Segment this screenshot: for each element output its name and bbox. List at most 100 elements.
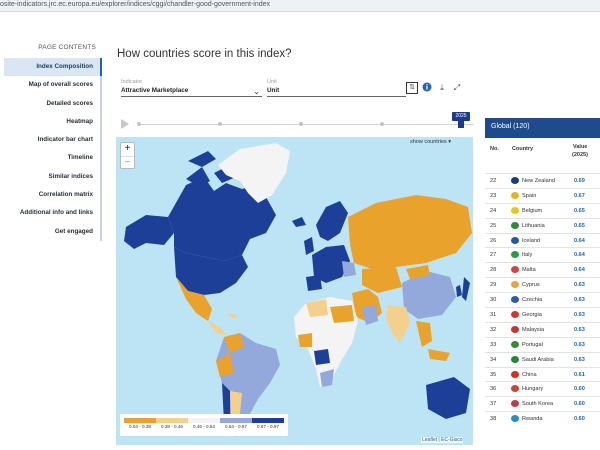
browser-url-bar[interactable]: osite-indicators.jrc.ec.europa.eu/explor… bbox=[0, 0, 600, 12]
map-region-saudi-arabia[interactable] bbox=[362, 305, 378, 325]
timeline-tick[interactable] bbox=[380, 122, 384, 126]
row-value: 0.60 bbox=[574, 416, 585, 423]
map-region-iceland[interactable] bbox=[292, 217, 306, 227]
flag-icon bbox=[511, 177, 519, 184]
legend-swatch bbox=[252, 418, 284, 423]
map-region-india[interactable] bbox=[386, 305, 410, 343]
map-region-caribbean[interactable] bbox=[226, 313, 238, 319]
table-row[interactable]: 22 New Zealand 0.69 bbox=[485, 173, 600, 188]
row-value: 0.63 bbox=[574, 356, 585, 363]
map-region-scandinavia[interactable] bbox=[316, 201, 348, 241]
flag-icon bbox=[511, 400, 519, 408]
sidebar-item-get-engaged[interactable]: Get engaged bbox=[4, 222, 102, 241]
map-canvas[interactable] bbox=[116, 137, 473, 445]
show-countries-toggle[interactable]: show countries ▾ bbox=[410, 139, 451, 145]
info-icon[interactable] bbox=[421, 82, 433, 94]
timeline-slider[interactable] bbox=[121, 119, 476, 131]
table-row[interactable]: 27 Italy 0.64 bbox=[485, 247, 600, 262]
map-region-north-africa[interactable] bbox=[306, 299, 328, 317]
sidebar-item-timeline[interactable]: Timeline bbox=[4, 149, 102, 168]
timeline-tick[interactable] bbox=[218, 122, 222, 126]
page-contents-sidebar: PAGE CONTENTS Index Composition Map of o… bbox=[4, 44, 102, 241]
sort-icon[interactable]: ⇅ bbox=[406, 82, 418, 94]
legend-label: 0.04 - 0.38 bbox=[129, 424, 151, 429]
column-header-value-year: (2025) bbox=[572, 152, 588, 158]
map-region-indonesia[interactable] bbox=[428, 349, 450, 361]
row-rank: 36 bbox=[490, 386, 497, 393]
legend-swatch bbox=[156, 418, 188, 423]
map-region-central-america[interactable] bbox=[208, 321, 226, 335]
row-country: Iceland bbox=[522, 237, 541, 244]
sidebar-item-additional-info[interactable]: Additional info and links bbox=[4, 204, 102, 223]
table-row[interactable]: 31 Georgia 0.63 bbox=[485, 307, 600, 322]
map-region-west-africa[interactable] bbox=[298, 333, 312, 347]
fullscreen-icon[interactable]: ⤢ bbox=[451, 82, 463, 94]
legend-label: 0.54 - 0.67 bbox=[225, 424, 247, 429]
table-row[interactable]: 23 Spain 0.67 bbox=[485, 187, 600, 203]
row-value: 0.61 bbox=[574, 371, 585, 378]
unit-select[interactable]: Unit Unit bbox=[267, 79, 406, 97]
sidebar-item-heatmap[interactable]: Heatmap bbox=[4, 112, 102, 132]
map-region-arctic-island[interactable] bbox=[188, 151, 216, 167]
table-row[interactable]: 36 Hungary 0.60 bbox=[485, 381, 600, 396]
page-title: How countries score in this index? bbox=[117, 48, 292, 60]
table-row[interactable]: 32 Malaysia 0.63 bbox=[485, 321, 600, 337]
legend-label: 0.38 - 0.46 bbox=[161, 424, 183, 429]
table-row[interactable]: 24 Belgium 0.65 bbox=[485, 202, 600, 218]
map-region-iberia[interactable] bbox=[306, 275, 322, 291]
indicator-select[interactable]: Indicator Attractive Marketplace ⌄ bbox=[121, 79, 262, 97]
zoom-out-button[interactable]: − bbox=[121, 155, 134, 169]
map-region-southeast-asia[interactable] bbox=[416, 321, 432, 347]
row-country: Cyprus bbox=[522, 282, 540, 289]
row-rank: 22 bbox=[490, 178, 497, 184]
table-row[interactable]: 38 Rwanda 0.60 bbox=[485, 411, 600, 426]
map-region-alaska[interactable] bbox=[124, 215, 174, 249]
row-country: Hungary bbox=[522, 386, 544, 393]
row-value: 0.63 bbox=[574, 326, 585, 333]
sidebar-item-correlation-matrix[interactable]: Correlation matrix bbox=[4, 186, 102, 205]
sidebar-item-indicator-bar-chart[interactable]: Indicator bar chart bbox=[4, 131, 102, 150]
table-row[interactable]: 34 Saudi Arabia 0.63 bbox=[485, 351, 600, 367]
table-row[interactable]: 29 Cyprus 0.63 bbox=[485, 277, 600, 292]
table-row[interactable]: 30 Czechia 0.63 bbox=[485, 292, 600, 307]
table-row[interactable]: 35 China 0.61 bbox=[485, 366, 600, 382]
row-rank: 32 bbox=[490, 326, 497, 333]
map-region-russia[interactable] bbox=[348, 195, 472, 269]
legend-labels: 0.04 - 0.38 0.38 - 0.46 0.46 - 0.54 0.54… bbox=[124, 424, 284, 429]
map-attribution-link[interactable]: Leaflet | EC-Gisco bbox=[421, 437, 464, 443]
column-header-value: Value bbox=[573, 144, 588, 150]
row-rank: 27 bbox=[490, 252, 497, 259]
flag-icon bbox=[511, 266, 519, 274]
map-region-rwanda-region[interactable] bbox=[314, 349, 330, 365]
row-value: 0.65 bbox=[574, 222, 585, 229]
play-icon[interactable] bbox=[121, 119, 129, 129]
timeline-handle[interactable] bbox=[458, 120, 464, 128]
table-row[interactable]: 28 Malta 0.64 bbox=[485, 262, 600, 277]
sidebar-item-similar-indices[interactable]: Similar indices bbox=[4, 167, 102, 187]
flag-icon bbox=[511, 206, 519, 214]
map-region-korea[interactable] bbox=[456, 285, 462, 297]
timeline-track[interactable] bbox=[137, 124, 474, 125]
row-country: South Korea bbox=[522, 401, 554, 408]
table-row[interactable]: 25 Lithuania 0.65 bbox=[485, 217, 600, 233]
row-value: 0.65 bbox=[574, 207, 585, 214]
timeline-tick[interactable] bbox=[137, 122, 141, 126]
row-rank: 34 bbox=[490, 356, 497, 363]
map-region-japan[interactable] bbox=[462, 277, 470, 301]
table-row[interactable]: 33 Portugal 0.63 bbox=[485, 336, 600, 352]
map-region-eastern-europe[interactable] bbox=[342, 261, 356, 277]
map-region-egypt-libya[interactable] bbox=[330, 305, 354, 323]
row-country: Czechia bbox=[522, 297, 543, 304]
world-map[interactable] bbox=[116, 137, 473, 445]
sidebar-item-detailed-scores[interactable]: Detailed scores bbox=[4, 94, 102, 113]
table-row[interactable]: 26 Iceland 0.64 bbox=[485, 232, 600, 248]
sidebar-item-index-composition[interactable]: Index Composition bbox=[4, 58, 102, 77]
map-region-uk[interactable] bbox=[304, 237, 314, 255]
table-row[interactable]: 37 South Korea 0.60 bbox=[485, 396, 600, 411]
sidebar-item-map-of-overall-scores[interactable]: Map of overall scores bbox=[4, 76, 102, 95]
zoom-in-button[interactable]: + bbox=[121, 143, 134, 156]
map-region-australia[interactable] bbox=[426, 377, 470, 419]
row-value: 0.64 bbox=[574, 252, 585, 259]
download-icon[interactable]: ⤓ bbox=[436, 82, 448, 94]
timeline-tick[interactable] bbox=[299, 122, 303, 126]
